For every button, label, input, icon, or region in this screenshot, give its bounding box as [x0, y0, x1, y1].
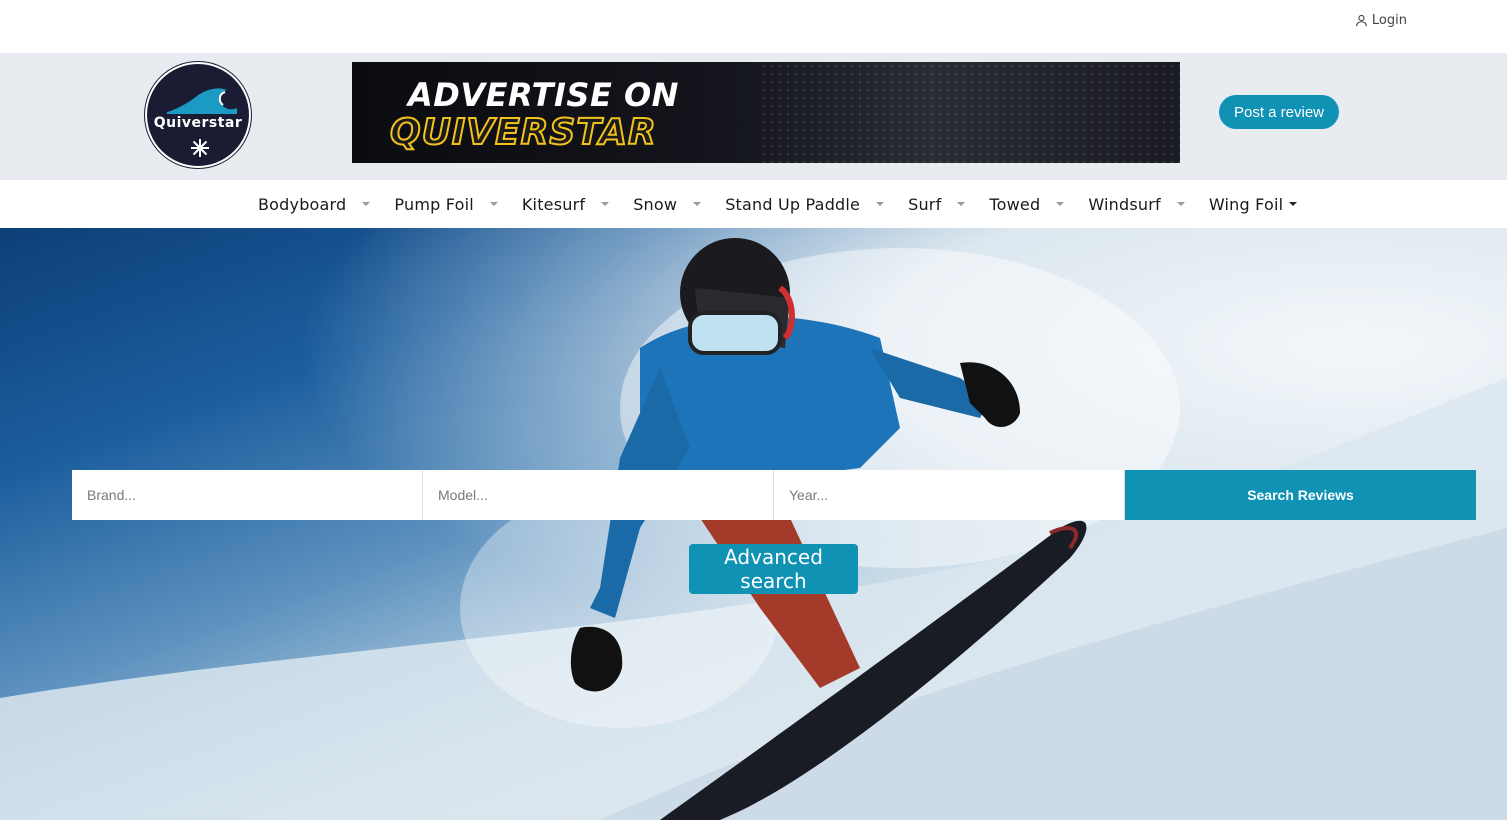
search-reviews-button[interactable]: Search Reviews	[1125, 470, 1476, 520]
nav-item-stand-up-paddle[interactable]: Stand Up Paddle	[717, 195, 900, 214]
snowflake-icon	[191, 139, 209, 157]
nav-item-bodyboard[interactable]: Bodyboard	[250, 195, 386, 214]
nav-label: Stand Up Paddle	[725, 194, 861, 214]
chevron-down-icon	[693, 202, 702, 206]
nav-label: Snow	[633, 194, 678, 214]
chevron-down-icon	[489, 202, 498, 206]
nav-label: Kitesurf	[521, 194, 586, 214]
user-icon	[1356, 14, 1367, 27]
banner-line2: QUIVERSTAR	[389, 111, 657, 154]
chevron-down-icon	[876, 202, 885, 206]
site-header: Quiverstar ADVERTISE ON QUIVERSTAR Post …	[0, 53, 1507, 180]
chevron-down-icon	[362, 202, 371, 206]
brand-input[interactable]	[72, 470, 423, 520]
chevron-down-icon	[1056, 202, 1065, 206]
logo-text: Quiverstar	[153, 115, 243, 131]
nav-label: Pump Foil	[394, 194, 474, 214]
hero-section: Search Reviews Advanced search	[0, 228, 1507, 820]
nav-item-pump-foil[interactable]: Pump Foil	[386, 195, 513, 214]
banner-line1: ADVERTISE ON	[408, 76, 679, 114]
hero-image	[0, 238, 1507, 820]
banner-texture	[760, 62, 1180, 163]
nav-item-towed[interactable]: Towed	[981, 195, 1080, 214]
nav-label: Windsurf	[1088, 194, 1161, 214]
year-input[interactable]	[774, 470, 1125, 520]
chevron-down-icon	[957, 202, 966, 206]
post-review-button[interactable]: Post a review	[1219, 95, 1339, 129]
nav-label: Towed	[989, 194, 1041, 214]
nav-label: Wing Foil	[1208, 194, 1284, 214]
nav-item-kitesurf[interactable]: Kitesurf	[514, 195, 625, 214]
chevron-down-icon	[1289, 202, 1298, 206]
nav-label: Bodyboard	[258, 194, 347, 214]
login-link[interactable]: Login	[1355, 13, 1407, 28]
search-bar: Search Reviews	[72, 470, 1476, 520]
model-input[interactable]	[423, 470, 774, 520]
nav-item-surf[interactable]: Surf	[900, 195, 981, 214]
login-label: Login	[1371, 13, 1407, 28]
category-nav: Bodyboard Pump Foil Kitesurf Snow Stand …	[0, 180, 1507, 228]
site-logo[interactable]: Quiverstar	[145, 62, 251, 168]
advertise-banner[interactable]: ADVERTISE ON QUIVERSTAR	[352, 62, 1180, 163]
top-bar: Login	[0, 0, 1507, 53]
nav-label: Surf	[908, 194, 942, 214]
advanced-search-button[interactable]: Advanced search	[689, 544, 858, 594]
nav-item-windsurf[interactable]: Windsurf	[1080, 195, 1201, 214]
chevron-down-icon	[1176, 202, 1185, 206]
nav-item-wing-foil[interactable]: Wing Foil	[1201, 195, 1313, 214]
chevron-down-icon	[601, 202, 610, 206]
nav-item-snow[interactable]: Snow	[625, 195, 717, 214]
